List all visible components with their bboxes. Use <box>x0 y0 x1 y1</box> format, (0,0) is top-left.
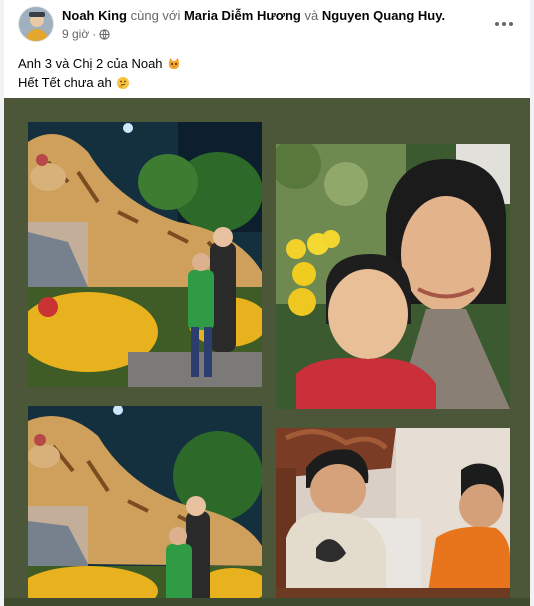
caption-line-2: Hết Tết chưa ah <box>18 75 112 90</box>
bottom-divider <box>4 598 530 606</box>
meta-separator: · <box>92 27 97 41</box>
more-options-icon <box>495 22 513 26</box>
cat-face-emoji <box>167 57 181 71</box>
period-text: . <box>441 8 446 23</box>
post-card: Noah King cùng với Maria Diễm Hương và N… <box>4 0 530 606</box>
thinking-face-emoji <box>116 76 130 90</box>
post-header: Noah King cùng với Maria Diễm Hương và N… <box>4 0 530 48</box>
author-name[interactable]: Noah King <box>62 8 127 23</box>
photo-selfie <box>276 144 510 409</box>
globe-icon[interactable] <box>99 28 110 40</box>
caption-line-1: Anh 3 và Chị 2 của Noah <box>18 56 163 71</box>
photo-grid <box>4 98 530 606</box>
photo-tiger-display <box>28 122 262 387</box>
photo-3[interactable] <box>28 406 262 606</box>
with-text: cùng với <box>130 8 181 23</box>
author-avatar[interactable] <box>18 6 54 42</box>
and-text: và <box>304 8 319 23</box>
photo-2[interactable] <box>276 144 510 409</box>
post-caption: Anh 3 và Chị 2 của Noah Hết Tết chưa ah <box>18 54 181 92</box>
photo-1[interactable] <box>28 122 262 387</box>
more-options-button[interactable] <box>490 10 518 38</box>
photo-4[interactable] <box>276 428 510 606</box>
avatar-image <box>19 7 53 41</box>
author-line: Noah King cùng với Maria Diễm Hương và N… <box>62 8 445 23</box>
photo-indoors <box>276 428 510 606</box>
photo-tiger-display-2 <box>28 406 262 606</box>
tagged-person-1[interactable]: Maria Diễm Hương <box>184 8 301 23</box>
post-meta: 9 giờ · <box>62 27 110 41</box>
tagged-person-2[interactable]: Nguyen Quang Huy <box>322 8 442 23</box>
post-time[interactable]: 9 giờ <box>62 27 89 41</box>
